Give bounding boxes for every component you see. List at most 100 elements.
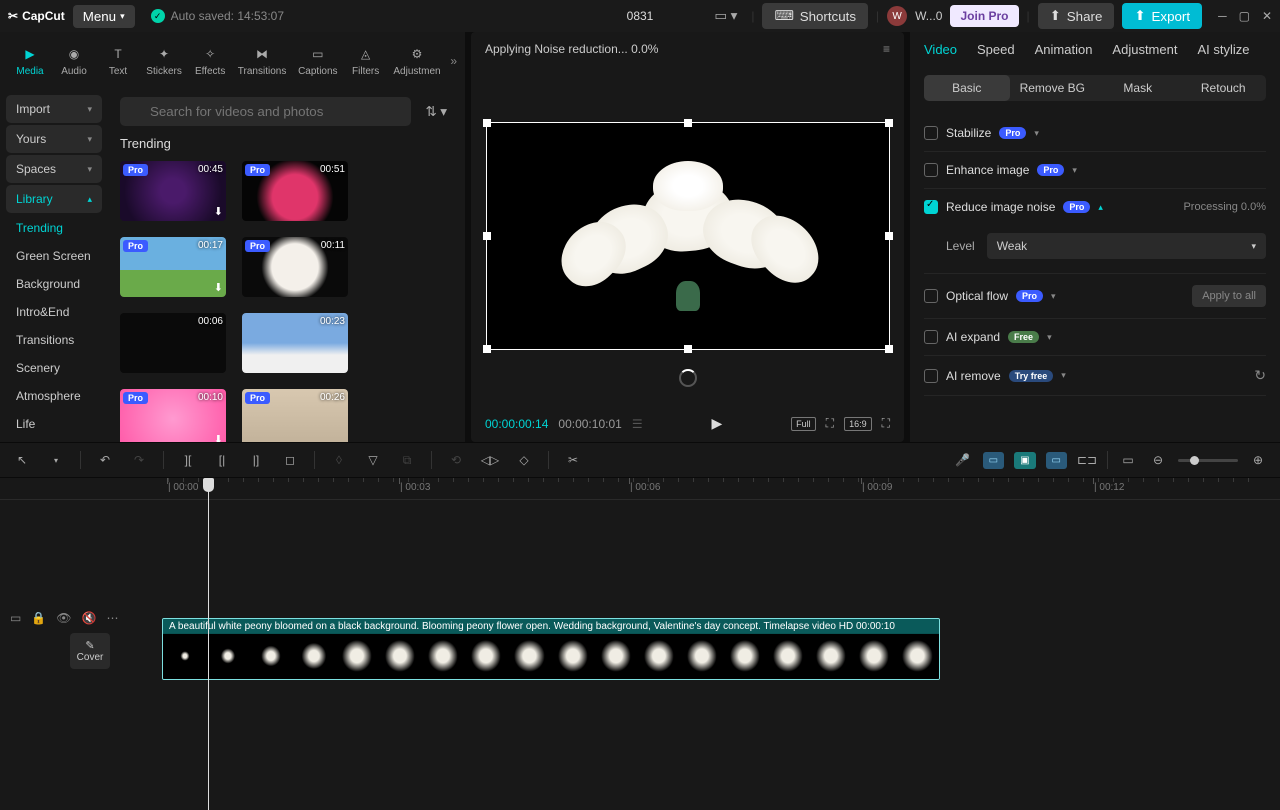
zoom-in-icon[interactable]: ⊕ (1248, 450, 1268, 470)
sidebar-background[interactable]: Background (6, 271, 102, 297)
tab-audio[interactable]: ◉Audio (52, 38, 96, 83)
tab-text[interactable]: TText (96, 38, 140, 83)
magnet-2-icon[interactable]: ▣ (1014, 452, 1035, 469)
sidebar-yours[interactable]: Yours▾ (6, 125, 102, 153)
media-thumb[interactable]: 00:23 (242, 313, 348, 373)
noise-checkbox[interactable] (924, 200, 938, 214)
shield-icon[interactable]: ◊ (329, 450, 349, 470)
tab-media[interactable]: ▶Media (8, 38, 52, 83)
track-opt-icon[interactable]: ▭ (10, 611, 21, 625)
magnet-3-icon[interactable]: ▭ (1046, 452, 1067, 469)
select-tool-icon[interactable]: ↖ (12, 450, 32, 470)
media-thumb[interactable]: Pro00:51 (242, 161, 348, 221)
align-icon[interactable]: ⊏⊐ (1077, 450, 1097, 470)
media-thumb[interactable]: 00:06 (120, 313, 226, 373)
rotate-icon[interactable]: ◇ (514, 450, 534, 470)
fullscreen-icon[interactable]: ⛶ (882, 416, 890, 431)
maximize-icon[interactable]: ▢ (1239, 9, 1250, 23)
chevron-down-icon[interactable]: ▾ (1034, 128, 1039, 139)
share-button[interactable]: ⬆ Share (1038, 3, 1115, 29)
project-title[interactable]: 0831 (627, 9, 654, 23)
copy-icon[interactable]: ⧉ (397, 450, 417, 470)
sidebar-trending[interactable]: Trending (6, 215, 102, 241)
subtab-mask[interactable]: Mask (1095, 75, 1181, 101)
mute-icon[interactable]: 🔇 (82, 611, 97, 625)
tab-stickers[interactable]: ✦Stickers (140, 38, 188, 83)
sidebar-atmosphere[interactable]: Atmosphere (6, 383, 102, 409)
shortcuts-button[interactable]: ⌨ Shortcuts (762, 3, 868, 29)
media-thumb[interactable]: Pro00:26 (242, 389, 348, 442)
timeline-ruler[interactable]: | 00:00| 00:03| 00:06| 00:09| 00:12 (0, 478, 1280, 500)
media-thumb[interactable]: Pro00:45⬇ (120, 161, 226, 221)
chevron-up-icon[interactable]: ▴ (1098, 202, 1103, 213)
tab-captions[interactable]: ▭Captions (292, 38, 344, 83)
avatar[interactable]: W (887, 6, 907, 26)
full-button[interactable]: Full (791, 417, 816, 431)
sidebar-spaces[interactable]: Spaces▾ (6, 155, 102, 183)
level-select[interactable]: Weak▾ (987, 233, 1266, 259)
playhead[interactable] (208, 478, 209, 810)
chevron-down-icon[interactable]: ▾ (1072, 165, 1077, 176)
preview-canvas[interactable] (486, 122, 890, 350)
minimize-icon[interactable]: ─ (1218, 9, 1227, 23)
stabilize-checkbox[interactable] (924, 126, 938, 140)
preview-toggle-icon[interactable]: ▭ (1118, 450, 1138, 470)
sidebar-intro-end[interactable]: Intro&End (6, 299, 102, 325)
media-thumb[interactable]: Pro00:17⬇ (120, 237, 226, 297)
lock-icon[interactable]: 🔒 (31, 611, 46, 625)
subtab-retouch[interactable]: Retouch (1181, 75, 1267, 101)
sidebar-green-screen[interactable]: Green Screen (6, 243, 102, 269)
insp-tab-adjustment[interactable]: Adjustment (1112, 42, 1177, 65)
insp-tab-video[interactable]: Video (924, 42, 957, 65)
media-thumb[interactable]: Pro00:11 (242, 237, 348, 297)
list-icon[interactable]: ☰ (632, 417, 643, 431)
timeline[interactable]: | 00:00| 00:03| 00:06| 00:09| 00:12 ▭ 🔒 … (0, 478, 1280, 810)
subtab-remove-bg[interactable]: Remove BG (1010, 75, 1096, 101)
tab-filters[interactable]: ◬Filters (344, 38, 388, 83)
crop-icon[interactable]: ✂ (563, 450, 583, 470)
optical-checkbox[interactable] (924, 289, 938, 303)
sidebar-library[interactable]: Library▴ (6, 185, 102, 213)
join-pro-button[interactable]: Join Pro (950, 5, 1018, 27)
sidebar-import[interactable]: Import▾ (6, 95, 102, 123)
dropdown-icon[interactable]: ▾ (46, 450, 66, 470)
sidebar-transitions[interactable]: Transitions (6, 327, 102, 353)
chevron-down-icon[interactable]: ▾ (1051, 291, 1056, 302)
sidebar-life[interactable]: Life (6, 411, 102, 437)
export-button[interactable]: ⬆ Export (1122, 3, 1202, 29)
play-button[interactable]: ▶ (711, 415, 722, 432)
video-clip[interactable]: A beautiful white peony bloomed on a bla… (162, 618, 940, 680)
bookmark-icon[interactable]: ▽ (363, 450, 383, 470)
split-right-icon[interactable]: |] (246, 450, 266, 470)
preview-menu-icon[interactable]: ≡ (883, 42, 890, 56)
tab-transitions[interactable]: ⧓Transitions (232, 38, 292, 83)
expand-checkbox[interactable] (924, 330, 938, 344)
mirror-icon[interactable]: ◁▷ (480, 450, 500, 470)
tab-effects[interactable]: ✧Effects (188, 38, 232, 83)
insp-tab-animation[interactable]: Animation (1035, 42, 1093, 65)
more-icon[interactable]: ⋯ (106, 611, 118, 625)
magnet-1-icon[interactable]: ▭ (983, 452, 1004, 469)
eye-icon[interactable]: 👁 (56, 611, 71, 625)
split-icon[interactable]: ]​[ (178, 450, 198, 470)
enhance-checkbox[interactable] (924, 163, 938, 177)
undo-icon[interactable]: ↶ (95, 450, 115, 470)
insp-tab-speed[interactable]: Speed (977, 42, 1015, 65)
zoom-slider[interactable] (1178, 459, 1238, 462)
ratio-badge[interactable]: 16:9 (844, 417, 872, 431)
zoom-out-icon[interactable]: ⊖ (1148, 450, 1168, 470)
split-left-icon[interactable]: [| (212, 450, 232, 470)
remove-checkbox[interactable] (924, 369, 938, 383)
subtab-basic[interactable]: Basic (924, 75, 1010, 101)
search-input[interactable] (120, 97, 411, 126)
tabs-more-icon[interactable]: » (450, 54, 457, 68)
aspect-icon[interactable]: ▭ ▾ (708, 4, 743, 28)
cover-button[interactable]: ✎ Cover (70, 633, 110, 669)
crop-ratio-icon[interactable]: ⛶ (826, 416, 834, 431)
chevron-down-icon[interactable]: ▾ (1047, 332, 1052, 343)
reverse-icon[interactable]: ⟲ (446, 450, 466, 470)
sidebar-scenery[interactable]: Scenery (6, 355, 102, 381)
filter-button[interactable]: ⇅ ▾ (419, 97, 453, 126)
tab-adjustment[interactable]: ⚙Adjustmen (388, 38, 447, 83)
close-icon[interactable]: ✕ (1262, 9, 1272, 23)
